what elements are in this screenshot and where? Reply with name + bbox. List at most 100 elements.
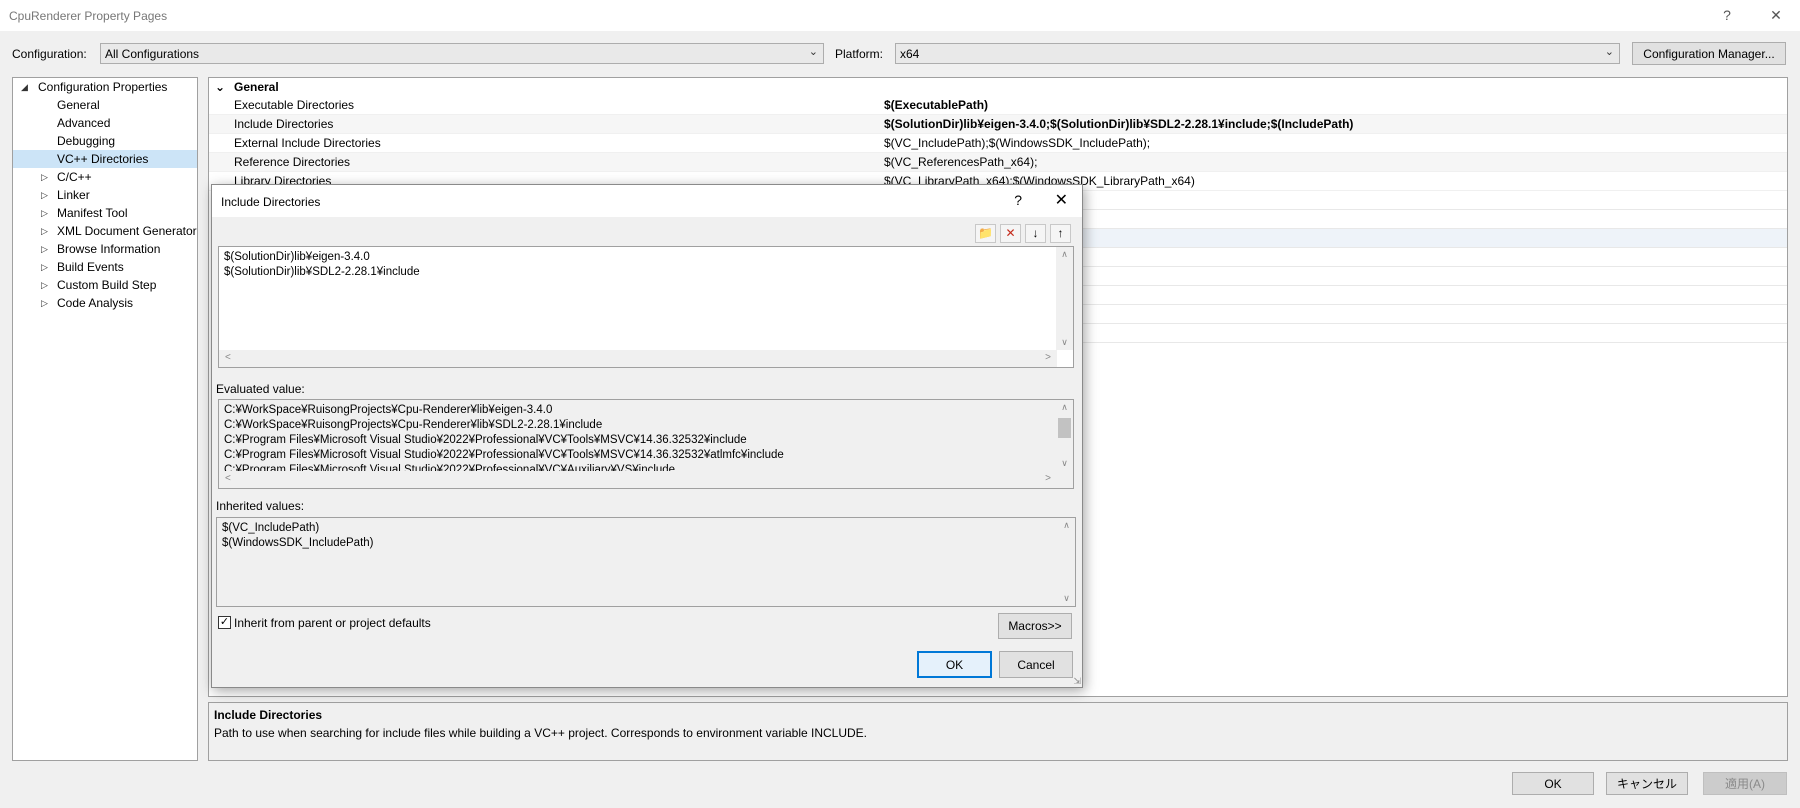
- tree-item[interactable]: General: [57, 96, 100, 114]
- platform-label: Platform:: [835, 47, 884, 61]
- property-tree: ◢ Configuration Properties General Advanc…: [12, 77, 198, 761]
- move-down-icon[interactable]: ↓: [1025, 224, 1046, 243]
- scroll-down-icon[interactable]: ∨: [1056, 337, 1073, 348]
- move-up-icon[interactable]: ↑: [1050, 224, 1071, 243]
- property-name: Reference Directories: [234, 155, 351, 169]
- description-title: Include Directories: [214, 708, 323, 722]
- tree-item[interactable]: Custom Build Step: [57, 276, 156, 294]
- collapsed-triangle-icon[interactable]: ▷: [41, 168, 51, 186]
- configuration-select[interactable]: All Configurations ⌄: [100, 43, 824, 64]
- description-pane: Include Directories Path to use when sea…: [208, 702, 1788, 761]
- ok-button[interactable]: OK: [1512, 772, 1594, 795]
- property-value[interactable]: $(VC_ReferencesPath_x64);: [884, 153, 1037, 172]
- edit-line[interactable]: $(SolutionDir)lib¥eigen-3.4.0: [224, 251, 370, 263]
- tree-item[interactable]: VC++ Directories: [13, 150, 197, 168]
- grid-row[interactable]: External Include Directories $(VC_Include…: [209, 134, 1787, 153]
- scroll-up-icon[interactable]: ∧: [1056, 402, 1073, 413]
- collapsed-triangle-icon[interactable]: ▷: [41, 222, 51, 240]
- tree-item[interactable]: C/C++: [57, 168, 92, 186]
- scroll-left-icon[interactable]: <: [225, 473, 231, 484]
- grid-row[interactable]: Reference Directories $(VC_ReferencesPath…: [209, 153, 1787, 172]
- grid-row[interactable]: Include Directories $(SolutionDir)lib¥eig…: [209, 115, 1787, 134]
- inherited-line: $(VC_IncludePath): [222, 522, 320, 534]
- evaluated-line: C:¥WorkSpace¥RuisongProjects¥Cpu-Rendere…: [224, 404, 553, 416]
- apply-button[interactable]: 適用(A): [1703, 772, 1787, 795]
- horizontal-scrollbar[interactable]: < >: [219, 471, 1057, 488]
- grid-section-header[interactable]: ⌄ General: [209, 78, 1787, 96]
- new-line-folder-icon[interactable]: 📁: [975, 224, 996, 243]
- resize-grip-icon[interactable]: ⇲: [1073, 676, 1081, 687]
- chevron-down-icon: ⌄: [1604, 46, 1614, 58]
- dialog-ok-button[interactable]: OK: [917, 651, 992, 678]
- collapsed-triangle-icon[interactable]: ▷: [41, 276, 51, 294]
- scroll-thumb[interactable]: [1058, 418, 1071, 438]
- collapsed-triangle-icon[interactable]: ▷: [41, 204, 51, 222]
- property-name: Include Directories: [234, 117, 334, 131]
- help-icon[interactable]: ?: [1716, 5, 1738, 25]
- tree-item[interactable]: Browse Information: [57, 240, 160, 258]
- delete-icon[interactable]: ✕: [1000, 224, 1021, 243]
- collapsed-triangle-icon[interactable]: ▷: [41, 294, 51, 312]
- tree-item[interactable]: XML Document Generator: [57, 222, 197, 240]
- property-value[interactable]: $(SolutionDir)lib¥eigen-3.4.0;$(Solution…: [884, 115, 1353, 134]
- configuration-manager-button[interactable]: Configuration Manager...: [1632, 42, 1786, 65]
- tree-item[interactable]: Manifest Tool: [57, 204, 127, 222]
- evaluated-line: C:¥Program Files¥Microsoft Visual Studio…: [224, 449, 784, 461]
- tree-root-configuration-properties[interactable]: Configuration Properties: [38, 78, 167, 96]
- inherit-checkbox[interactable]: ✓: [218, 616, 231, 629]
- grid-section-title: General: [234, 80, 279, 94]
- scroll-down-icon[interactable]: ∨: [1056, 458, 1073, 469]
- vertical-scrollbar[interactable]: ∧ ∨: [1056, 400, 1073, 471]
- collapsed-triangle-icon[interactable]: ▷: [41, 186, 51, 204]
- window-title: CpuRenderer Property Pages: [9, 9, 168, 23]
- directories-edit-box[interactable]: $(SolutionDir)lib¥eigen-3.4.0 $(Solution…: [218, 246, 1074, 368]
- horizontal-scrollbar[interactable]: < >: [219, 350, 1057, 367]
- platform-select[interactable]: x64 ⌄: [895, 43, 1620, 64]
- platform-value: x64: [900, 47, 920, 61]
- configuration-value: All Configurations: [105, 47, 200, 61]
- close-icon[interactable]: ✕: [1765, 5, 1787, 25]
- vertical-scrollbar[interactable]: ∧ ∨: [1056, 247, 1073, 350]
- scroll-down-icon[interactable]: ∨: [1058, 593, 1075, 604]
- inherited-line: $(WindowsSDK_IncludePath): [222, 537, 374, 549]
- property-name: External Include Directories: [234, 136, 381, 150]
- property-value[interactable]: $(ExecutablePath): [884, 96, 988, 115]
- chevron-down-icon: ⌄: [808, 46, 818, 58]
- tree-item[interactable]: Build Events: [57, 258, 124, 276]
- vertical-scrollbar[interactable]: ∧ ∨: [1058, 518, 1075, 606]
- dialog-cancel-button[interactable]: Cancel: [999, 651, 1073, 678]
- configuration-label: Configuration:: [12, 47, 87, 61]
- collapsed-triangle-icon[interactable]: ▷: [41, 258, 51, 276]
- window-title-bar: CpuRenderer Property Pages ? ✕: [0, 0, 1800, 31]
- inherited-values-label: Inherited values:: [216, 499, 305, 513]
- property-name: Executable Directories: [234, 98, 355, 112]
- tree-item[interactable]: Linker: [57, 186, 90, 204]
- scroll-right-icon[interactable]: >: [1045, 352, 1051, 363]
- description-text: Path to use when searching for include f…: [214, 726, 868, 740]
- help-icon[interactable]: ?: [1014, 192, 1022, 208]
- include-directories-dialog: Include Directories ? ✕ 📁 ✕ ↓ ↑ $(Soluti…: [211, 184, 1083, 688]
- edit-line[interactable]: $(SolutionDir)lib¥SDL2-2.28.1¥include: [224, 266, 420, 278]
- tree-item[interactable]: Advanced: [57, 114, 110, 132]
- macros-button[interactable]: Macros>>: [998, 613, 1072, 639]
- evaluated-line: C:¥Program Files¥Microsoft Visual Studio…: [224, 434, 747, 446]
- evaluated-line: C:¥WorkSpace¥RuisongProjects¥Cpu-Rendere…: [224, 419, 603, 431]
- scroll-right-icon[interactable]: >: [1045, 473, 1051, 484]
- expanded-triangle-icon[interactable]: ◢: [21, 78, 31, 96]
- grid-row[interactable]: Executable Directories $(ExecutablePath): [209, 96, 1787, 115]
- cancel-button[interactable]: キャンセル: [1606, 772, 1688, 795]
- scroll-up-icon[interactable]: ∧: [1056, 249, 1073, 260]
- property-value[interactable]: $(VC_IncludePath);$(WindowsSDK_IncludePa…: [884, 134, 1150, 153]
- inherit-checkbox-label[interactable]: Inherit from parent or project defaults: [234, 616, 431, 630]
- close-icon[interactable]: ✕: [1055, 190, 1068, 210]
- collapsed-triangle-icon[interactable]: ▷: [41, 240, 51, 258]
- dialog-title-bar: Include Directories ? ✕: [212, 185, 1082, 217]
- scroll-up-icon[interactable]: ∧: [1058, 520, 1075, 531]
- tree-item[interactable]: Debugging: [57, 132, 115, 150]
- evaluated-value-box: C:¥WorkSpace¥RuisongProjects¥Cpu-Rendere…: [218, 399, 1074, 489]
- tree-item[interactable]: Code Analysis: [57, 294, 133, 312]
- scroll-left-icon[interactable]: <: [225, 352, 231, 363]
- inherited-values-box: $(VC_IncludePath) $(WindowsSDK_IncludePa…: [216, 517, 1076, 607]
- dialog-title: Include Directories: [221, 195, 321, 209]
- collapse-chevron-icon[interactable]: ⌄: [215, 78, 225, 96]
